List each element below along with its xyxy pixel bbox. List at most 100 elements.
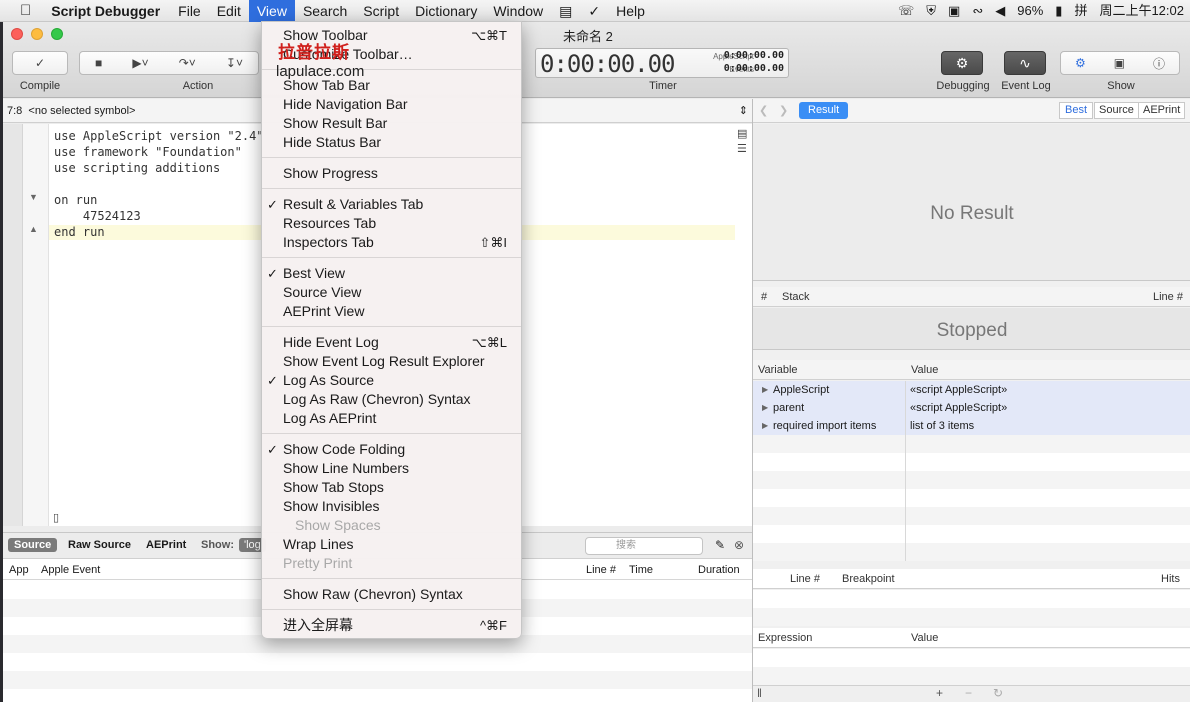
gears-icon[interactable]: ⚙ [1075,56,1086,70]
menu-item-hide-event-log[interactable]: Hide Event Log ⌥⌘L [262,333,521,352]
menu-item-resources-tab[interactable]: Resources Tab [262,214,521,233]
back-arrow-icon[interactable]: ❮ [759,99,768,123]
variable-row[interactable]: ▶ required import items list of 3 items [753,417,1190,435]
var-col-value[interactable]: Value [911,360,938,380]
symbol-selector[interactable]: <no selected symbol> [28,105,135,117]
sidebar-toggle-icon[interactable]: ▯ [53,511,59,524]
view-tab-source[interactable]: Source [1094,102,1139,119]
compile-button[interactable]: ✓ [12,51,68,75]
menu-window[interactable]: Window [485,0,551,22]
battery-percent[interactable]: 96% [1011,0,1049,22]
apple-menu-icon[interactable]:  [0,0,41,22]
stop-icon[interactable]: ■ [95,56,102,70]
col-app[interactable]: App [9,560,29,580]
menu-item-result-variables-tab[interactable]: ✓ Result & Variables Tab [262,195,521,214]
wifi-icon[interactable]: ∾ [966,0,989,22]
volume-icon[interactable]: ◀ [989,0,1011,22]
view-tab-best[interactable]: Best [1059,102,1094,119]
close-button[interactable] [11,28,23,40]
log-tab-raw-source[interactable]: Raw Source [68,539,131,551]
disclosure-triangle-icon[interactable]: ▶ [762,417,768,435]
menu-item-show-result-bar[interactable]: Show Result Bar [262,114,521,133]
var-col-variable[interactable]: Variable [758,360,798,380]
expr-col-value[interactable]: Value [911,628,938,648]
disclosure-triangle-icon[interactable]: ▶ [762,381,768,399]
code-text[interactable]: use AppleScript version "2.4" use framewo… [54,128,264,240]
menu-search[interactable]: Search [295,0,355,22]
menu-item-show-invisibles[interactable]: Show Invisibles [262,497,521,516]
minimize-button[interactable] [31,28,43,40]
stack-col-line[interactable]: Line # [1153,287,1183,307]
menu-edit[interactable]: Edit [209,0,249,22]
stack-col-number[interactable]: # [761,287,767,307]
split-view-icon[interactable]: ▤ [737,127,747,140]
add-expression-icon[interactable]: + [936,686,943,700]
log-tab-source[interactable]: Source [8,538,58,552]
script-menu-icon[interactable]: ▤ [551,0,580,22]
shield-icon[interactable]: ⛨ [920,0,942,22]
refresh-icon[interactable]: ↻ [993,686,1003,700]
eraser-icon[interactable]: ✎ [715,538,725,552]
menu-item-aeprint-view[interactable]: AEPrint View [262,302,521,321]
menu-item-source-view[interactable]: Source View [262,283,521,302]
info-icon[interactable]: ⓘ [1153,55,1165,72]
menu-help[interactable]: Help [608,0,653,22]
menu-item-show-raw-syntax[interactable]: Show Raw (Chevron) Syntax [262,585,521,604]
log-search-field[interactable]: 搜索 [585,537,703,555]
stack-col-stack[interactable]: Stack [782,287,810,307]
debugging-button[interactable]: ⚙ [941,51,983,75]
menu-item-wrap-lines[interactable]: Wrap Lines [262,535,521,554]
disclosure-triangle-icon[interactable]: ▶ [762,399,768,417]
menu-file[interactable]: File [170,0,209,22]
view-tab-aeprint[interactable]: AEPrint [1138,102,1186,119]
notification-bell-icon[interactable]: ☏ [892,0,920,22]
menu-view[interactable]: View [248,0,295,22]
remove-expression-icon[interactable]: − [965,686,972,700]
display-icon[interactable]: ▣ [942,0,966,22]
col-line[interactable]: Line # [586,560,616,580]
variable-row[interactable]: ▶ parent «script AppleScript» [753,399,1190,417]
menu-item-hide-navigation-bar[interactable]: Hide Navigation Bar [262,95,521,114]
variable-row[interactable]: ▶ AppleScript «script AppleScript» [753,381,1190,399]
fold-close-icon[interactable]: ▲ [29,224,38,234]
menu-item-show-tab-stops[interactable]: Show Tab Stops [262,478,521,497]
step-into-icon[interactable]: ↧˅ [226,56,243,70]
col-duration[interactable]: Duration [698,560,740,580]
action-segmented-control[interactable]: ■ ▶˅ ↷˅ ↧˅ [79,51,259,75]
menu-item-inspectors-tab[interactable]: Inspectors Tab ⇧⌘I [262,233,521,252]
menu-item-show-event-log-result-explorer[interactable]: Show Event Log Result Explorer [262,352,521,371]
menu-item-show-progress[interactable]: Show Progress [262,164,521,183]
bp-col-breakpoint[interactable]: Breakpoint [842,569,895,589]
menu-item-show-code-folding[interactable]: ✓ Show Code Folding [262,440,521,459]
show-segmented-control[interactable]: ⚙ ▣ ⓘ [1060,51,1180,75]
battery-icon[interactable]: ▮ [1049,0,1068,22]
event-log-button[interactable]: ∿ [1004,51,1046,75]
menu-item-log-as-source[interactable]: ✓ Log As Source [262,371,521,390]
symbol-popup-icon[interactable]: ⇕ [739,99,748,123]
resize-handle-icon[interactable]: ‖ [757,686,762,700]
menu-script[interactable]: Script [355,0,407,22]
list-view-icon[interactable]: ☰ [737,142,747,155]
col-apple-event[interactable]: Apple Event [41,560,100,580]
menu-item-log-as-aeprint[interactable]: Log As AEPrint [262,409,521,428]
menu-item-best-view[interactable]: ✓ Best View [262,264,521,283]
menu-item-hide-status-bar[interactable]: Hide Status Bar [262,133,521,152]
run-icon[interactable]: ▶˅ [132,56,148,70]
forward-arrow-icon[interactable]: ❯ [779,99,788,123]
log-tab-aeprint[interactable]: AEPrint [146,539,186,551]
briefcase-icon[interactable]: ▣ [1114,56,1125,70]
clear-icon[interactable]: ⊗ [734,538,744,552]
menu-item-show-line-numbers[interactable]: Show Line Numbers [262,459,521,478]
menu-item-enter-full-screen[interactable]: 进入全屏幕 ^⌘F [262,616,521,635]
bolt-menu-icon[interactable]: ✓ [580,0,608,22]
step-over-icon[interactable]: ↷˅ [179,56,196,70]
menu-item-log-as-raw-syntax[interactable]: Log As Raw (Chevron) Syntax [262,390,521,409]
bp-col-line[interactable]: Line # [790,569,820,589]
clock[interactable]: 周二上午12:02 [1093,0,1190,22]
app-menu[interactable]: Script Debugger [41,0,170,22]
col-time[interactable]: Time [629,560,653,580]
input-method[interactable]: 拼 [1068,0,1093,22]
fold-open-icon[interactable]: ▼ [29,192,38,202]
menu-dictionary[interactable]: Dictionary [407,0,485,22]
result-tab[interactable]: Result [799,102,849,119]
